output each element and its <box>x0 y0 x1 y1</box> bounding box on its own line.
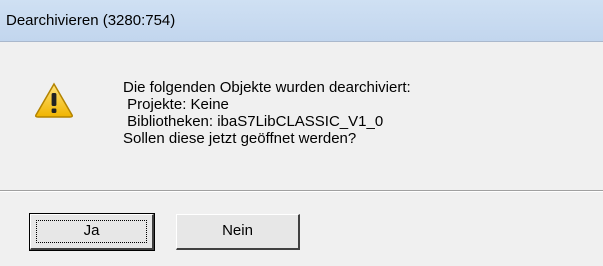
window-title: Dearchivieren (3280:754) <box>6 12 176 29</box>
message-text: Die folgenden Objekte wurden dearchivier… <box>123 79 411 147</box>
yes-button-label: Ja <box>83 222 100 239</box>
message-line-1: Die folgenden Objekte wurden dearchivier… <box>123 79 411 96</box>
dialog-body: Die folgenden Objekte wurden dearchivier… <box>0 42 603 190</box>
message-line-3: Bibliotheken: ibaS7LibCLASSIC_V1_0 <box>123 113 384 130</box>
warning-icon <box>34 82 74 118</box>
title-bar[interactable]: Dearchivieren (3280:754) <box>0 0 603 42</box>
message-line-4: Sollen diese jetzt geöffnet werden? <box>123 130 357 147</box>
message-dialog: Dearchivieren (3280:754) Die folgenden O… <box>0 0 603 266</box>
message-line-2: Projekte: Keine <box>123 96 229 113</box>
no-button-label: Nein <box>222 222 253 239</box>
no-button[interactable]: Nein <box>176 214 300 250</box>
yes-button[interactable]: Ja <box>29 213 155 251</box>
button-bar: Ja Nein <box>0 192 603 266</box>
